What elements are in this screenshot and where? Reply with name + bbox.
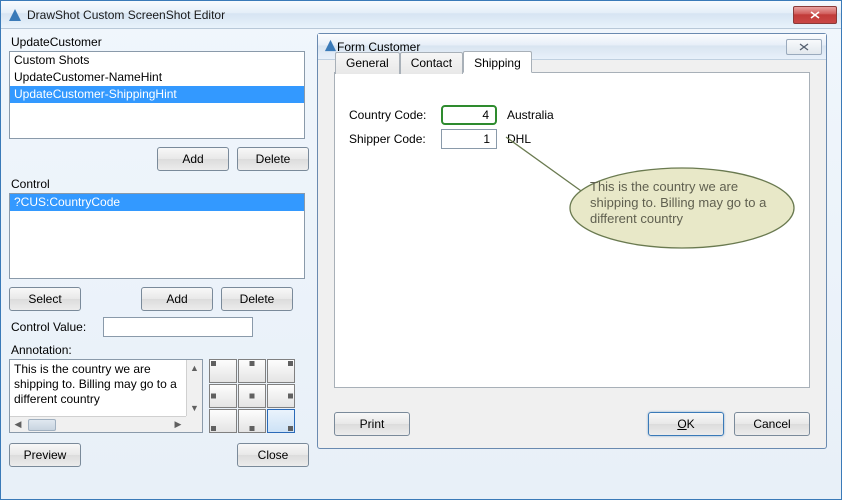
scroll-right-icon[interactable]: ▶ [170,417,186,432]
shipper-code-input[interactable] [441,129,497,149]
tab-contact[interactable]: Contact [400,52,463,74]
scroll-up-icon[interactable]: ▲ [187,360,202,376]
custom-shots-listbox[interactable]: Custom Shots UpdateCustomer-NameHint Upd… [9,51,305,139]
control-value-label: Control Value: [11,320,103,334]
form-customer-window: Form Customer General Contact Shipping C… [317,33,827,449]
position-top-right[interactable] [267,359,295,383]
shipper-name-text: DHL [507,132,531,146]
list-item[interactable]: UpdateCustomer-NameHint [10,69,304,86]
tab-frame: General Contact Shipping Country Code: A… [334,72,810,388]
position-top-center[interactable] [238,359,266,383]
cancel-button[interactable]: Cancel [734,412,810,436]
scroll-left-icon[interactable]: ◀ [10,417,26,432]
left-pane: UpdateCustomer Custom Shots UpdateCustom… [9,33,309,467]
print-button[interactable]: Print [334,412,410,436]
annotation-vscroll[interactable]: ▲ ▼ [186,360,202,416]
app-icon [7,7,23,23]
position-bottom-right[interactable] [267,409,295,433]
scroll-down-icon[interactable]: ▼ [187,400,202,416]
window-title: DrawShot Custom ScreenShot Editor [27,8,793,22]
country-name-text: Australia [507,108,554,122]
scroll-thumb[interactable] [28,419,56,431]
shipper-code-label: Shipper Code: [349,132,441,146]
select-button[interactable]: Select [9,287,81,311]
position-bottom-center[interactable] [238,409,266,433]
annotation-text: This is the country we are shipping to. … [14,362,184,407]
list-item[interactable]: ?CUS:CountryCode [10,194,304,211]
window-close-button[interactable] [793,6,837,24]
annotation-label: Annotation: [11,343,309,357]
position-bottom-left[interactable] [209,409,237,433]
preview-button[interactable]: Preview [9,443,81,467]
tab-shipping[interactable]: Shipping [463,51,532,73]
scroll-corner [186,416,202,432]
main-window: DrawShot Custom ScreenShot Editor Update… [0,0,842,500]
callout-text: This is the country we are shipping to. … [590,179,774,227]
position-middle-left[interactable] [209,384,237,408]
callout-balloon: This is the country we are shipping to. … [570,169,792,247]
position-middle-center[interactable] [238,384,266,408]
control-value-input[interactable] [103,317,253,337]
shots-delete-button[interactable]: Delete [237,147,309,171]
titlebar[interactable]: DrawShot Custom ScreenShot Editor [1,1,841,29]
callout-position-grid [209,359,295,433]
tab-general[interactable]: General [335,52,400,74]
list-item[interactable]: UpdateCustomer-ShippingHint [10,86,304,103]
country-code-label: Country Code: [349,108,441,122]
annotation-hscroll[interactable]: ◀ ▶ [10,416,186,432]
inner-close-button[interactable] [786,39,822,55]
shots-add-button[interactable]: Add [157,147,229,171]
control-header: Control [11,177,309,191]
ok-button[interactable]: OK [648,412,724,436]
tab-strip: General Contact Shipping [335,51,532,73]
position-top-left[interactable] [209,359,237,383]
close-button[interactable]: Close [237,443,309,467]
custom-shots-header: Custom Shots [10,52,304,69]
update-customer-label: UpdateCustomer [11,35,309,49]
annotation-textbox[interactable]: This is the country we are shipping to. … [9,359,203,433]
control-delete-button[interactable]: Delete [221,287,293,311]
position-middle-right[interactable] [267,384,295,408]
country-code-input[interactable] [441,105,497,125]
control-add-button[interactable]: Add [141,287,213,311]
control-listbox[interactable]: ?CUS:CountryCode [9,193,305,279]
